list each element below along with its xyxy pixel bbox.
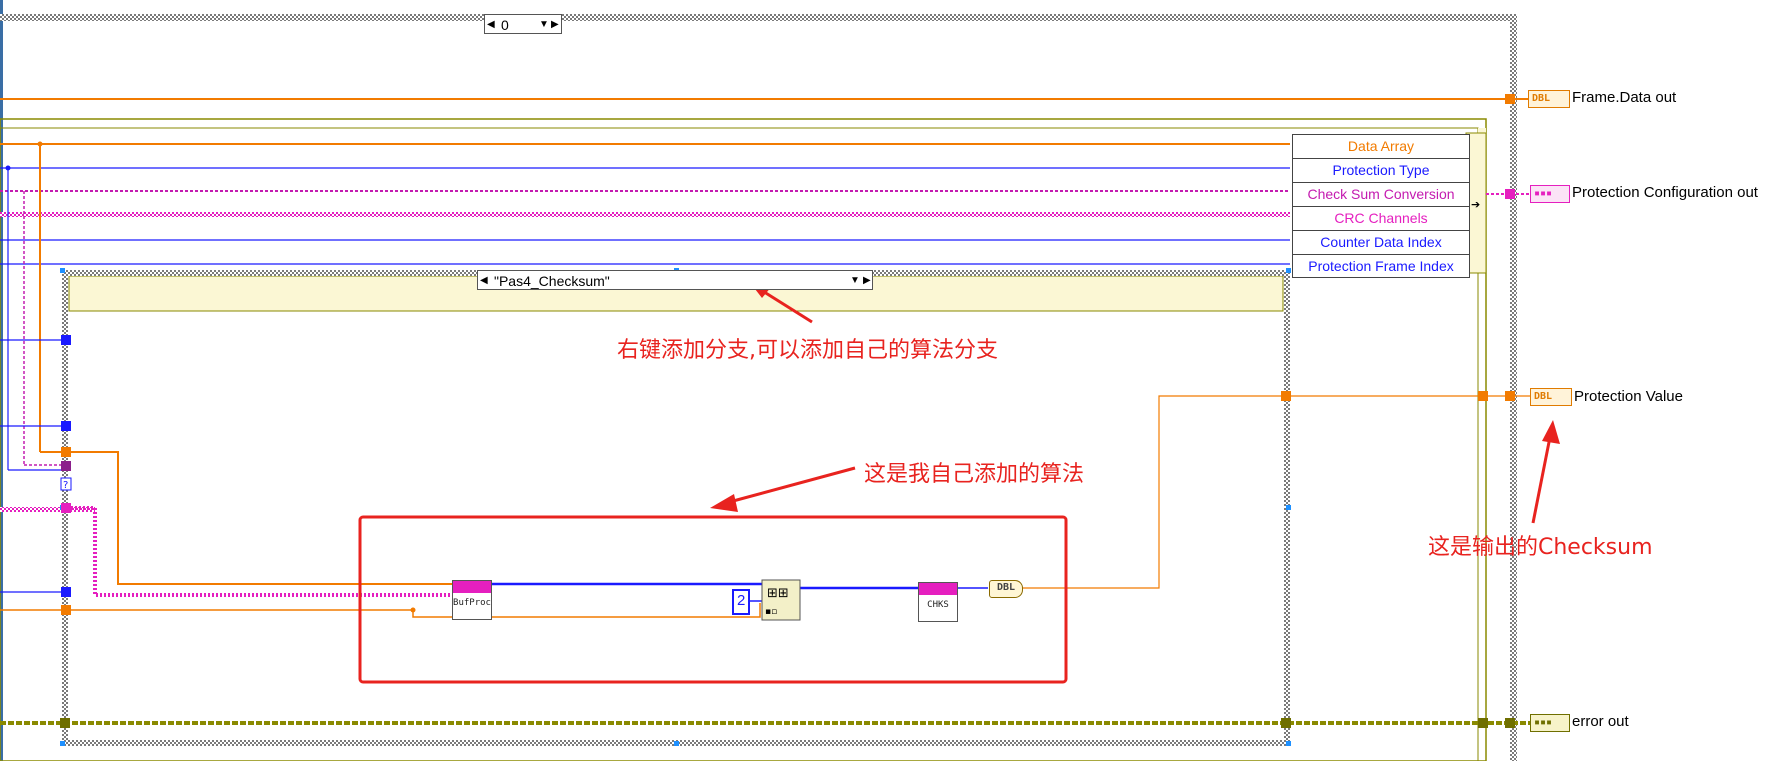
protection-value-tunnel-2	[1478, 391, 1488, 401]
protection-configuration-out-label: Protection Configuration out	[1572, 184, 1758, 201]
wire-junction-bottom	[410, 607, 416, 613]
decrement-arrow-icon[interactable]: ◀	[487, 15, 495, 35]
protection-value-terminal[interactable]: DBL	[1530, 388, 1572, 406]
to-dbl-label: DBL	[996, 582, 1016, 593]
protection-value-label: Protection Value	[1574, 388, 1683, 405]
build-array-subicon: ▪▫	[765, 607, 777, 617]
dbl-type-label: DBL	[1534, 391, 1553, 402]
numeric-constant-value[interactable]: 2	[737, 592, 745, 609]
cluster-type-glyph: ▪▪▪	[1534, 717, 1553, 728]
outer-case-top-border	[0, 14, 1516, 21]
unbundle-item-protection-type[interactable]: Protection Type	[1293, 159, 1469, 183]
annotation-output-checksum: 这是输出的Checksum	[1428, 535, 1653, 560]
cluster-frame-inner	[0, 127, 1479, 761]
error-tunnel-4	[1505, 718, 1515, 728]
handle-bm	[674, 741, 679, 746]
handle-mr	[1286, 505, 1291, 510]
error-tunnel-2	[1281, 718, 1291, 728]
tunnel-blue-3	[61, 587, 71, 597]
cluster-type-glyph: ▪▪▪	[1534, 188, 1553, 199]
outer-case-selector[interactable]: ◀ 0 ▼ ▶	[484, 14, 562, 34]
frame-data-out-label: Frame.Data out	[1572, 89, 1677, 106]
outer-case-selector-value: 0	[501, 17, 509, 33]
handle-tr	[1286, 268, 1291, 273]
unbundle-item-crc-channels[interactable]: CRC Channels	[1293, 207, 1469, 231]
tunnel-pink	[61, 503, 71, 513]
annotation-right-click-hint: 右键添加分支,可以添加自己的算法分支	[617, 338, 998, 363]
selector-question-mark: ?	[63, 480, 68, 491]
unbundle-item-counter-data-index[interactable]: Counter Data Index	[1293, 231, 1469, 255]
tunnel-purple	[61, 461, 71, 471]
unbundle-item-check-sum-conversion[interactable]: Check Sum Conversion	[1293, 183, 1469, 207]
subvi-header-band	[919, 583, 957, 595]
inner-case-selector[interactable]: ◀ "Pas4_Checksum" ▼ ▶	[477, 270, 873, 290]
inner-case-selector-value: "Pas4_Checksum"	[494, 273, 610, 289]
dbl-type-label: DBL	[1532, 93, 1551, 104]
tunnel-blue-2	[61, 421, 71, 431]
block-diagram: ➔ ? ⊞⊞ ▪▫	[0, 0, 1560, 761]
handle-bl	[60, 741, 65, 746]
frame-data-out-terminal[interactable]: DBL	[1528, 90, 1570, 108]
handle-br	[1286, 741, 1291, 746]
bufproc-label: BufProc	[453, 598, 491, 608]
arrow-to-output-head	[1542, 420, 1560, 444]
unbundle-item-protection-frame-index[interactable]: Protection Frame Index	[1293, 255, 1469, 278]
outer-case-right-border	[1510, 14, 1517, 761]
tunnel-orange-2	[61, 605, 71, 615]
bufproc-subvi[interactable]: BufProc	[452, 580, 492, 620]
dropdown-arrow-icon[interactable]: ▼	[539, 15, 549, 35]
tunnel-orange-1	[61, 447, 71, 457]
error-tunnel-1	[60, 718, 70, 728]
arrow-to-output-line	[1531, 431, 1553, 524]
protection-value-tunnel-1	[1281, 391, 1291, 401]
chks-subvi[interactable]: CHKS	[918, 582, 958, 622]
build-array-icon: ⊞⊞	[767, 586, 789, 601]
unbundle-by-name[interactable]: Data Array Protection Type Check Sum Con…	[1292, 134, 1470, 278]
error-out-label: error out	[1572, 713, 1629, 730]
annotation-my-algorithm: 这是我自己添加的算法	[864, 462, 1085, 487]
error-out-terminal[interactable]: ▪▪▪	[1530, 714, 1570, 732]
wire-crc-channels	[0, 212, 1290, 217]
tunnel-blue-1	[61, 335, 71, 345]
wire-junction-orange	[37, 141, 43, 147]
frame-data-tunnel	[1505, 94, 1515, 104]
unbundle-item-data-array[interactable]: Data Array	[1293, 135, 1469, 159]
unbundle-arrow-icon: ➔	[1471, 198, 1480, 211]
wire-junction	[5, 165, 11, 171]
handle-tl	[60, 268, 65, 273]
cfg-out-tunnel	[1505, 189, 1515, 199]
dropdown-arrow-icon[interactable]: ▼	[850, 271, 860, 291]
protection-configuration-out-terminal[interactable]: ▪▪▪	[1530, 185, 1570, 203]
increment-arrow-icon[interactable]: ▶	[551, 15, 559, 35]
error-tunnel-3	[1478, 718, 1488, 728]
arrow-to-algorithm-head	[710, 494, 738, 512]
to-dbl-conversion[interactable]: DBL	[989, 580, 1023, 598]
increment-arrow-icon[interactable]: ▶	[863, 271, 871, 291]
decrement-arrow-icon[interactable]: ◀	[480, 271, 488, 291]
subvi-header-band	[453, 581, 491, 593]
wire-pink-to-bufproc	[71, 506, 452, 597]
protection-value-tunnel-3	[1505, 391, 1515, 401]
chks-label: CHKS	[927, 600, 949, 610]
arrow-to-algorithm-line	[721, 466, 856, 506]
